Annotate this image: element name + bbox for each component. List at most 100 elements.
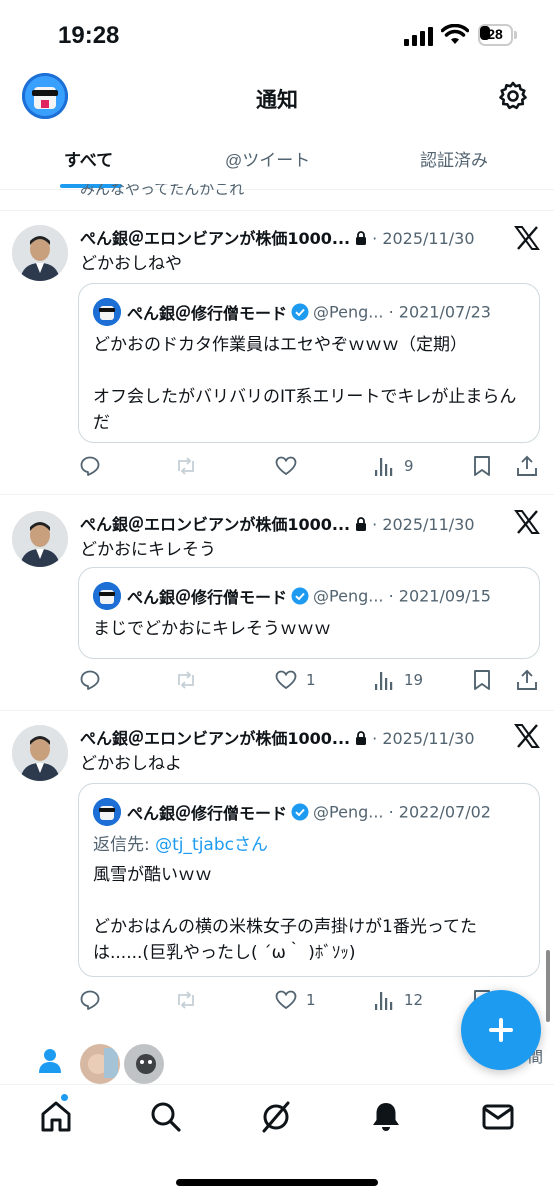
reply-context: 返信先: @tj_tjabcさん: [93, 832, 525, 858]
gear-icon[interactable]: [497, 80, 529, 112]
tweet-text: どかおしねよ: [80, 754, 182, 774]
author-name[interactable]: ぺん銀＠エロンビアンが株価1000...: [80, 515, 350, 534]
retweet-icon: [178, 457, 194, 475]
like-button[interactable]: 1: [274, 987, 316, 1013]
home-icon[interactable]: [38, 1099, 74, 1135]
retweet-icon: [178, 991, 194, 1009]
views-icon: [375, 992, 393, 1010]
views-icon: [375, 672, 393, 690]
mention-link[interactable]: @tj_tjabc: [155, 835, 234, 855]
verified-badge-icon: [291, 587, 309, 605]
messages-icon[interactable]: [480, 1099, 516, 1135]
author-name[interactable]: ぺん銀＠エロンビアンが株価1000...: [80, 229, 350, 248]
battery-level: 28: [487, 26, 503, 42]
quoted-author-name: ぺん銀＠修行僧モード: [127, 804, 288, 823]
views-button[interactable]: 19: [372, 667, 423, 693]
header: 通知: [0, 70, 554, 126]
author-name[interactable]: ぺん銀＠エロンビアンが株価1000...: [80, 729, 350, 748]
quoted-tweet[interactable]: ぺん銀＠修行僧モード @Peng... · 2022/07/02 返信先: @tj…: [78, 783, 540, 977]
compose-button[interactable]: [461, 990, 541, 1070]
lock-icon: [356, 517, 367, 531]
bottom-navigation: [0, 1084, 554, 1200]
quoted-tweet[interactable]: ぺん銀＠修行僧モード @Peng... · 2021/09/15 まじでどかおにキ…: [78, 567, 540, 659]
like-count: 1: [306, 671, 316, 689]
quoted-tweet-header: ぺん銀＠修行僧モード @Peng... · 2021/07/23: [93, 298, 491, 326]
tweet[interactable]: ぺん銀＠エロンビアンが株価1000... · 2025/11/30 どかおしねよ …: [0, 710, 554, 1028]
quoted-author-handle: @Peng...: [313, 802, 384, 822]
quoted-author-name: ぺん銀＠修行僧モード: [127, 588, 288, 607]
retweet-button: [174, 453, 198, 479]
quoted-author-handle: @Peng...: [313, 302, 384, 322]
tweet-text: どかおしねや: [80, 254, 182, 274]
share-button[interactable]: [515, 453, 539, 479]
reply-button[interactable]: [78, 987, 102, 1013]
x-logo-icon: [514, 510, 540, 534]
tweet-header: ぺん銀＠エロンビアンが株価1000... · 2025/11/30: [80, 225, 475, 249]
bookmark-button[interactable]: [470, 453, 494, 479]
views-button[interactable]: 9: [372, 453, 414, 479]
scrollbar-thumb[interactable]: [546, 950, 550, 1022]
bookmark-icon: [474, 670, 490, 690]
person-icon: [39, 1049, 61, 1073]
reply-button[interactable]: [78, 667, 102, 693]
bookmark-button[interactable]: [470, 667, 494, 693]
home-indicator: [176, 1179, 378, 1186]
quoted-author-handle: @Peng...: [313, 586, 384, 606]
status-time: 19:28: [58, 22, 120, 49]
tweet-actions: 1 19: [78, 667, 540, 695]
verified-badge-icon: [291, 303, 309, 321]
reply-suffix: さん: [233, 835, 268, 855]
tab-verified[interactable]: 認証済み: [420, 146, 488, 171]
heart-icon: [275, 456, 297, 476]
views-count: 9: [404, 457, 414, 475]
views-icon: [375, 458, 393, 476]
search-icon[interactable]: [148, 1099, 184, 1135]
notifications-bell-icon[interactable]: [368, 1099, 404, 1135]
tweet-author-avatar[interactable]: [12, 225, 68, 281]
views-button[interactable]: 12: [372, 987, 423, 1013]
notification-tabs: すべて @ツイート 認証済み: [0, 136, 554, 190]
heart-icon: [275, 990, 297, 1010]
home-unread-dot: [60, 1093, 69, 1102]
quoted-line: 風雪が酷いｗｗ: [93, 865, 212, 885]
quoted-author-avatar: [93, 298, 121, 326]
share-icon: [517, 669, 537, 690]
quoted-tweet-date: · 2022/07/02: [388, 802, 491, 822]
user-avatar-thumbnail[interactable]: [122, 1042, 166, 1086]
tweet[interactable]: ぺん銀＠エロンビアンが株価1000... · 2025/11/30 どかおしねや …: [0, 210, 554, 494]
grok-icon[interactable]: [258, 1099, 294, 1135]
retweet-button: [174, 987, 198, 1013]
reply-button[interactable]: [78, 453, 102, 479]
views-count: 19: [404, 671, 424, 689]
tab-all[interactable]: すべて: [64, 146, 113, 171]
quoted-tweet-header: ぺん銀＠修行僧モード @Peng... · 2021/09/15: [93, 582, 491, 610]
verified-badge-icon: [291, 803, 309, 821]
reply-to-label: 返信先:: [93, 835, 156, 855]
tweet-actions: 9: [78, 453, 540, 481]
tweet[interactable]: ぺん銀＠エロンビアンが株価1000... · 2025/11/30 どかおにキレそ…: [0, 494, 554, 710]
heart-icon: [275, 670, 297, 690]
views-count: 12: [404, 991, 424, 1009]
quoted-line: どかおはんの横の米株女子の声掛けが1番光ってたは......(巨乳やったし( ´…: [93, 917, 477, 963]
quoted-tweet[interactable]: ぺん銀＠修行僧モード @Peng... · 2021/07/23 どかおのドカタ作…: [78, 283, 540, 443]
quoted-author-avatar: [93, 798, 121, 826]
tweet-header: ぺん銀＠エロンビアンが株価1000... · 2025/11/30: [80, 511, 475, 535]
share-button[interactable]: [515, 667, 539, 693]
wifi-icon: [441, 24, 469, 44]
tweet-date: · 2025/11/30: [372, 729, 475, 748]
x-logo-icon: [514, 724, 540, 748]
like-button[interactable]: 1: [274, 667, 316, 693]
tweet-author-avatar[interactable]: [12, 725, 68, 781]
lock-icon: [356, 731, 367, 745]
quoted-tweet-date: · 2021/07/23: [388, 302, 491, 322]
quoted-tweet-text: どかおのドカタ作業員はエセやぞｗｗｗ（定期） オフ会したがバリバリのIT系エリー…: [93, 332, 525, 436]
quoted-line: オフ会したがバリバリのIT系エリートでキレが止まらんだ: [93, 387, 517, 433]
like-button[interactable]: [274, 453, 306, 479]
user-avatar-thumbnail[interactable]: [78, 1042, 122, 1086]
quoted-author-avatar: [93, 582, 121, 610]
quoted-tweet-text: 返信先: @tj_tjabcさん 風雪が酷いｗｗ どかおはんの横の米株女子の声掛…: [93, 832, 525, 966]
tweet-author-avatar[interactable]: [12, 511, 68, 567]
page-title: 通知: [256, 88, 298, 112]
lock-icon: [356, 231, 367, 245]
tab-mentions[interactable]: @ツイート: [225, 146, 310, 171]
